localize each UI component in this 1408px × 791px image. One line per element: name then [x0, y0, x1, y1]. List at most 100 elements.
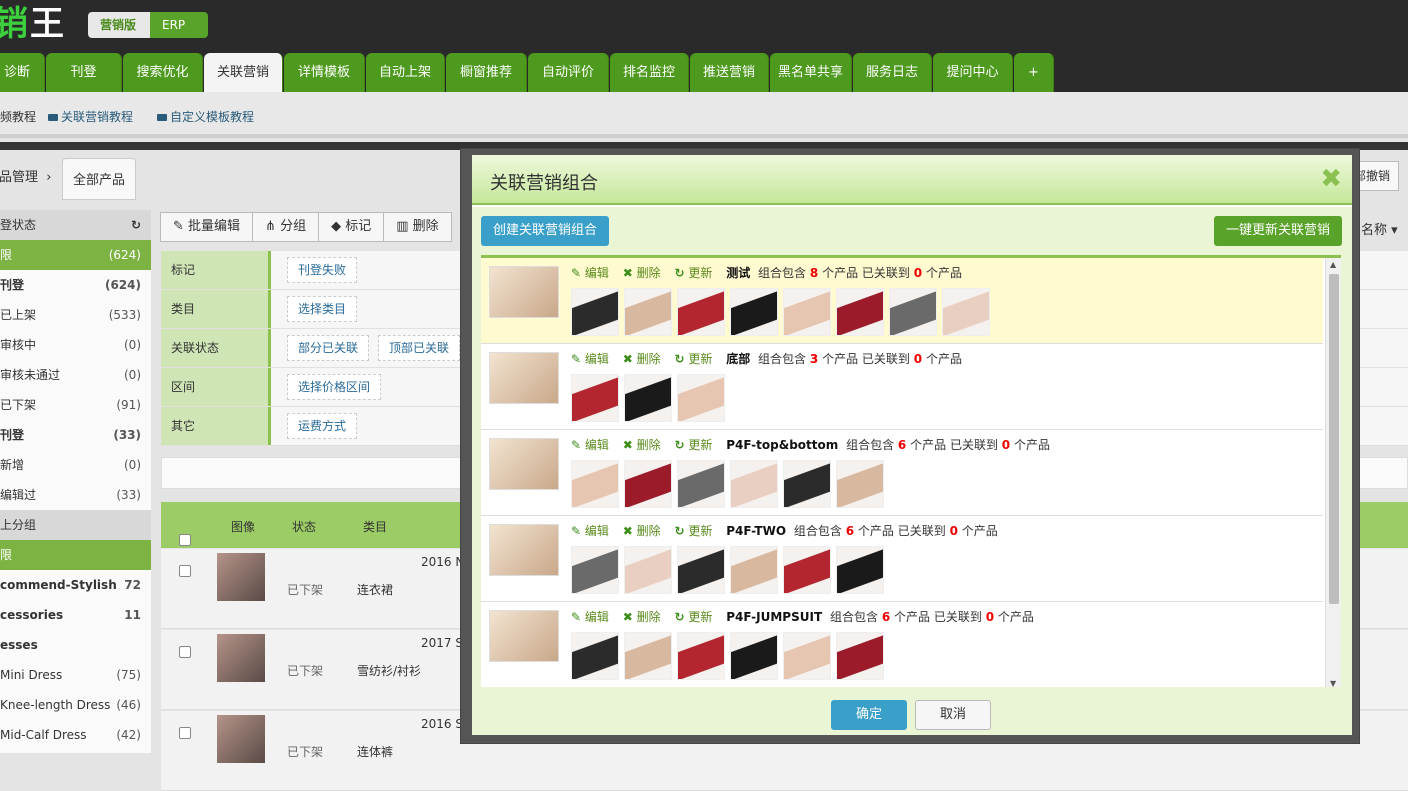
delete-action[interactable]: ✖ 删除 — [623, 266, 661, 280]
status-item[interactable]: 审核未通过 (0) — [0, 360, 151, 390]
group-item[interactable]: commend-Stylish 72 — [0, 570, 151, 600]
status-item[interactable]: 刊登 (33) — [0, 420, 151, 450]
product-image[interactable] — [783, 546, 831, 594]
group-item[interactable]: esses — [0, 630, 151, 660]
product-image[interactable] — [836, 632, 884, 680]
edit-action[interactable]: ✎ 编辑 — [571, 438, 609, 452]
row-checkbox[interactable] — [179, 565, 191, 580]
nav-tab-7[interactable]: 自动评价 — [528, 53, 609, 92]
tab-all-products[interactable]: 全部产品 — [62, 158, 136, 200]
product-image[interactable] — [730, 460, 778, 508]
edit-action[interactable]: ✎ 编辑 — [571, 266, 609, 280]
product-image[interactable] — [571, 460, 619, 508]
filter-tag[interactable]: 部分已关联 — [287, 335, 370, 361]
filter-tag[interactable]: 选择类目 — [287, 296, 358, 322]
batch-edit-button[interactable]: ✎ 批量编辑 — [160, 212, 254, 242]
delete-action[interactable]: ✖ 删除 — [623, 352, 661, 366]
product-image[interactable] — [730, 632, 778, 680]
product-image[interactable] — [730, 546, 778, 594]
refresh-action[interactable]: ↻ 更新 — [674, 524, 712, 538]
edit-action[interactable]: ✎ 编辑 — [571, 352, 609, 366]
product-image[interactable] — [677, 288, 725, 336]
status-item[interactable]: 刊登 (624) — [0, 270, 151, 300]
nav-tab-6[interactable]: 橱窗推荐 — [446, 53, 527, 92]
product-image[interactable] — [677, 374, 725, 422]
nav-tab-8[interactable]: 排名监控 — [610, 53, 689, 92]
delete-action[interactable]: ✖ 删除 — [623, 524, 661, 538]
product-image[interactable] — [677, 546, 725, 594]
refresh-icon[interactable]: ↻ — [131, 210, 141, 240]
edit-action[interactable]: ✎ 编辑 — [571, 610, 609, 624]
nav-tab-12[interactable]: 提问中心 — [933, 53, 1013, 92]
product-image[interactable] — [624, 460, 672, 508]
status-item[interactable]: 限 (624) — [0, 240, 151, 270]
version-marketing[interactable]: 营销版 — [88, 12, 150, 38]
product-image[interactable] — [624, 632, 672, 680]
product-image[interactable] — [571, 374, 619, 422]
group-item[interactable]: Mini Dress (75) — [0, 660, 151, 690]
nav-tab-2[interactable]: 搜索优化 — [123, 53, 203, 92]
row-checkbox[interactable] — [179, 646, 191, 661]
status-item[interactable]: 已下架 (91) — [0, 390, 151, 420]
nav-tab-5[interactable]: 自动上架 — [366, 53, 445, 92]
product-image[interactable] — [836, 288, 884, 336]
product-image[interactable] — [624, 546, 672, 594]
refresh-action[interactable]: ↻ 更新 — [674, 352, 712, 366]
create-group-button[interactable]: 创建关联营销组合 — [481, 216, 610, 246]
delete-action[interactable]: ✖ 删除 — [623, 610, 661, 624]
product-image[interactable] — [677, 460, 725, 508]
product-image[interactable] — [730, 288, 778, 336]
product-image[interactable] — [783, 288, 831, 336]
refresh-action[interactable]: ↻ 更新 — [674, 438, 712, 452]
product-image[interactable] — [942, 288, 990, 336]
delete-button[interactable]: ▥ 删除 — [383, 212, 452, 242]
group-button[interactable]: ⋔ 分组 — [252, 212, 320, 242]
update-all-button[interactable]: 一键更新关联营销 — [1213, 216, 1342, 246]
filter-tag[interactable]: 顶部已关联 — [378, 335, 461, 361]
ok-button[interactable]: 确定 — [831, 700, 907, 730]
group-item[interactable]: Knee-length Dress (46) — [0, 690, 151, 720]
product-image[interactable] — [836, 546, 884, 594]
product-image[interactable] — [571, 546, 619, 594]
mark-button[interactable]: ◆ 标记 — [318, 212, 385, 242]
close-icon[interactable]: ✖ — [1320, 165, 1342, 193]
status-item[interactable]: 新增 (0) — [0, 450, 151, 480]
product-image[interactable] — [783, 632, 831, 680]
nav-tab-9[interactable]: 推送营销 — [690, 53, 769, 92]
product-image[interactable] — [836, 460, 884, 508]
filter-tag[interactable]: 选择价格区间 — [287, 374, 382, 400]
cancel-button[interactable]: 取消 — [915, 700, 991, 730]
status-item[interactable]: 审核中 (0) — [0, 330, 151, 360]
product-image[interactable] — [677, 632, 725, 680]
product-image[interactable] — [624, 374, 672, 422]
product-image[interactable] — [571, 632, 619, 680]
nav-tab-3[interactable]: 关联营销 — [204, 53, 283, 92]
delete-action[interactable]: ✖ 删除 — [623, 438, 661, 452]
filter-tag[interactable]: 刊登失败 — [287, 257, 358, 283]
version-erp[interactable]: ERP — [150, 12, 208, 38]
template-tutorial-link[interactable]: 自定义模板教程 — [157, 108, 254, 125]
group-item[interactable]: cessories 11 — [0, 600, 151, 630]
related-tutorial-link[interactable]: 关联营销教程 — [48, 108, 133, 125]
product-image[interactable] — [889, 288, 937, 336]
status-item[interactable]: 已上架 (533) — [0, 300, 151, 330]
product-image[interactable] — [571, 288, 619, 336]
product-image[interactable] — [624, 288, 672, 336]
row-checkbox[interactable] — [179, 727, 191, 742]
product-image[interactable] — [783, 460, 831, 508]
edit-action[interactable]: ✎ 编辑 — [571, 524, 609, 538]
scrollbar[interactable]: ▲ ▼ — [1325, 258, 1341, 687]
nav-tab-0[interactable]: 诊断 — [0, 53, 45, 92]
nav-tab-13[interactable]: + — [1014, 53, 1054, 92]
nav-tab-10[interactable]: 黑名单共享 — [770, 53, 852, 92]
nav-tab-4[interactable]: 详情模板 — [284, 53, 365, 92]
filter-tag[interactable]: 运费方式 — [287, 413, 358, 439]
refresh-action[interactable]: ↻ 更新 — [674, 610, 712, 624]
status-item[interactable]: 编辑过 (33) — [0, 480, 151, 510]
group-item[interactable]: 限 — [0, 540, 151, 570]
nav-tab-11[interactable]: 服务日志 — [853, 53, 932, 92]
refresh-action[interactable]: ↻ 更新 — [674, 266, 712, 280]
group-item[interactable]: Mid-Calf Dress (42) — [0, 720, 151, 750]
tutorial-link[interactable]: 频教程 — [0, 108, 36, 125]
nav-tab-1[interactable]: 刊登 — [46, 53, 122, 92]
